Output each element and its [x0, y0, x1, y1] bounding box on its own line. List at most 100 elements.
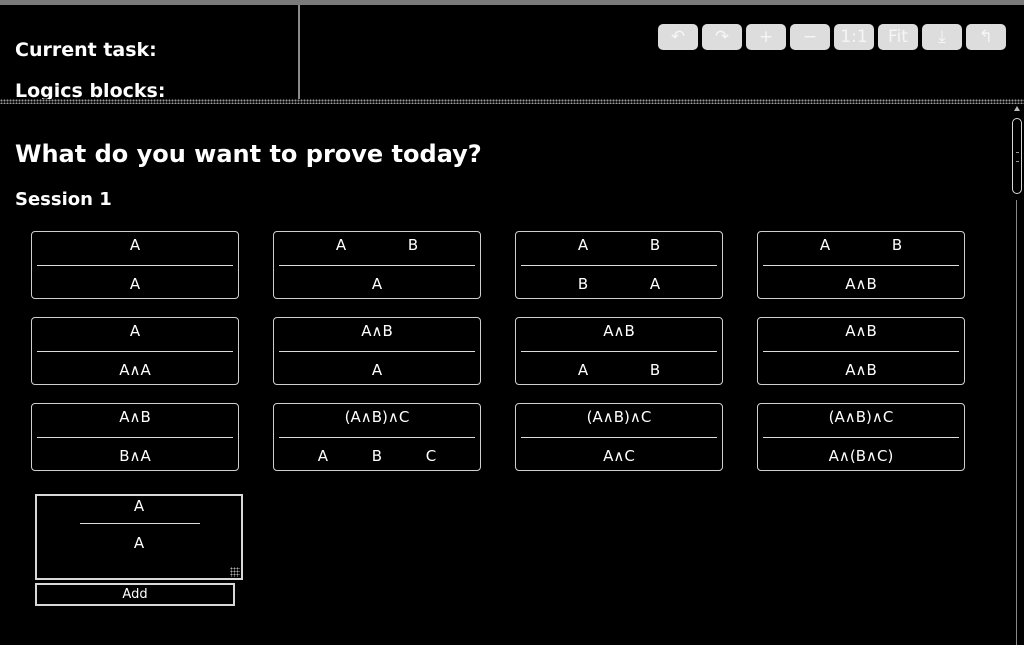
inference-line: [763, 265, 959, 266]
rule-premises: (A∧B)∧C: [274, 408, 480, 426]
rule-card[interactable]: A∧B A: [273, 317, 481, 385]
rule-card[interactable]: (A∧B)∧C A∧(B∧C): [757, 403, 965, 471]
vertical-scrollbar[interactable]: [1010, 104, 1024, 645]
rule-conclusions: AB: [516, 361, 722, 379]
conclusion-formula: B: [371, 447, 383, 465]
premise-formula: B: [649, 236, 661, 254]
inference-line: [521, 351, 717, 352]
premise-formula: A: [577, 236, 589, 254]
premise-formula: A∧B: [603, 322, 635, 340]
rule-card[interactable]: A∧B A B: [515, 317, 723, 385]
scrollbar-thumb[interactable]: [1012, 118, 1022, 194]
inference-line: [37, 265, 233, 266]
inference-line: [763, 351, 959, 352]
download-icon: ⤓: [938, 27, 946, 47]
zoom-out-button[interactable]: −: [790, 24, 830, 50]
download-button[interactable]: ⤓: [922, 24, 962, 50]
rule-premises: A: [32, 236, 238, 254]
actual-size-icon: 1:1: [840, 27, 868, 47]
scroll-up-arrow-icon[interactable]: [1014, 106, 1020, 111]
rule-conclusions: A: [274, 275, 480, 293]
actual-size-button[interactable]: 1:1: [834, 24, 874, 50]
rule-conclusions: A∧C: [516, 447, 722, 465]
rule-premises: A∧B: [32, 408, 238, 426]
plus-icon: +: [758, 27, 774, 47]
conclusion-formula: A: [577, 361, 589, 379]
reset-icon: ↰: [978, 27, 994, 47]
rule-conclusions: BA: [516, 275, 722, 293]
conclusion-formula: A: [371, 275, 383, 293]
logic-blocks-label: Logics blocks:: [15, 80, 166, 99]
conclusion-formula: A∧C: [603, 447, 635, 465]
rule-conclusions: A: [32, 275, 238, 293]
graph-toolbar: ↶ ↷ + − 1:1 Fit ⤓ ↰: [654, 24, 1006, 50]
fit-button[interactable]: Fit: [878, 24, 918, 50]
conclusion-formula: A∧(B∧C): [828, 447, 894, 465]
graph-panel: ↶ ↷ + − 1:1 Fit ⤓ ↰: [300, 5, 1024, 99]
rule-conclusions: A B C: [274, 447, 480, 465]
conclusion-formula: A: [317, 447, 328, 465]
premise-formula: A∧B: [845, 322, 877, 340]
scrollbar-track: [1016, 200, 1017, 645]
rule-card[interactable]: A∧B A∧B: [757, 317, 965, 385]
undo-button[interactable]: ↶: [658, 24, 698, 50]
inference-line: [279, 351, 475, 352]
rule-card[interactable]: (A∧B)∧C A∧C: [515, 403, 723, 471]
minus-icon: −: [802, 27, 818, 47]
rule-premises: (A∧B)∧C: [516, 408, 722, 426]
editor-premise[interactable]: A: [37, 497, 241, 515]
premise-formula: B: [407, 236, 419, 254]
rule-premises: A∧B: [758, 322, 964, 340]
zoom-in-button[interactable]: +: [746, 24, 786, 50]
conclusion-formula: A: [129, 275, 141, 293]
fit-icon: Fit: [888, 27, 908, 47]
premise-formula: A∧B: [119, 408, 151, 426]
main-content: What do you want to prove today? Session…: [0, 104, 1010, 645]
info-panel: Current task: Logics blocks:: [0, 5, 298, 99]
conclusion-formula: C: [425, 447, 437, 465]
rule-editor[interactable]: A A: [35, 494, 243, 580]
redo-button[interactable]: ↷: [702, 24, 742, 50]
editor-conclusion[interactable]: A: [37, 534, 241, 552]
rule-card[interactable]: AA: [31, 231, 239, 299]
rule-conclusions: A∧A: [32, 361, 238, 379]
premise-formula: B: [891, 236, 903, 254]
premise-formula: (A∧B)∧C: [344, 408, 410, 426]
resize-grip-icon[interactable]: [230, 567, 240, 577]
thumb-grip-icon: [1016, 152, 1019, 162]
rule-card[interactable]: A B A∧B: [757, 231, 965, 299]
rule-card[interactable]: A A∧A: [31, 317, 239, 385]
inference-line: [763, 437, 959, 438]
premise-formula: A: [129, 322, 141, 340]
rule-conclusions: A∧(B∧C): [758, 447, 964, 465]
rule-card[interactable]: AB A: [273, 231, 481, 299]
rule-premises: AB: [274, 236, 480, 254]
rule-premises: AB: [758, 236, 964, 254]
conclusion-formula: B: [649, 361, 661, 379]
rule-conclusions: A∧B: [758, 275, 964, 293]
conclusion-formula: A∧A: [119, 361, 151, 379]
rule-premises: (A∧B)∧C: [758, 408, 964, 426]
rule-premises: AB: [516, 236, 722, 254]
inference-line: [521, 265, 717, 266]
inference-line: [37, 437, 233, 438]
premise-formula: A: [819, 236, 831, 254]
redo-icon: ↷: [714, 27, 730, 47]
reset-button[interactable]: ↰: [966, 24, 1006, 50]
conclusion-formula: A: [371, 361, 383, 379]
premise-formula: (A∧B)∧C: [586, 408, 652, 426]
add-button[interactable]: Add: [35, 583, 235, 606]
rule-conclusions: B∧A: [32, 447, 238, 465]
rule-card[interactable]: ABBA: [515, 231, 723, 299]
conclusion-formula: A: [649, 275, 661, 293]
conclusion-formula: A∧B: [845, 275, 877, 293]
editor-inference-line: [80, 523, 200, 524]
rule-card[interactable]: (A∧B)∧C A B C: [273, 403, 481, 471]
inference-line: [279, 437, 475, 438]
premise-formula: A∧B: [361, 322, 393, 340]
rule-conclusions: A: [274, 361, 480, 379]
page-title: What do you want to prove today?: [15, 140, 482, 168]
conclusion-formula: B∧A: [119, 447, 151, 465]
inference-line: [37, 351, 233, 352]
rule-card[interactable]: A∧B B∧A: [31, 403, 239, 471]
